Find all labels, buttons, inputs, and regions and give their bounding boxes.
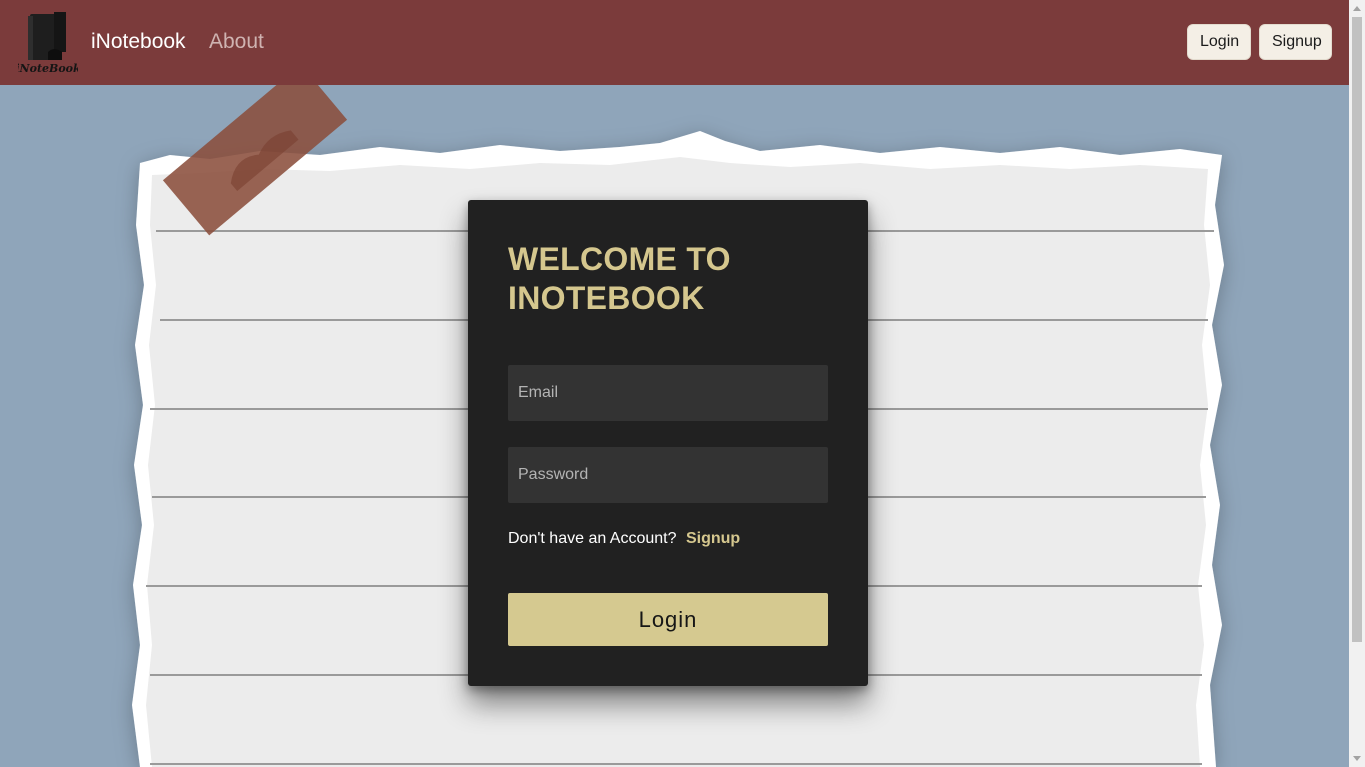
nav-login-button[interactable]: Login bbox=[1187, 24, 1251, 60]
email-field[interactable] bbox=[508, 365, 828, 421]
account-prompt-text: Don't have an Account? bbox=[508, 530, 677, 547]
login-card: WELCOME TO INOTEBOOK Don't have an Accou… bbox=[468, 200, 868, 686]
vertical-scrollbar[interactable] bbox=[1349, 0, 1365, 767]
nav-signup-button[interactable]: Signup bbox=[1259, 24, 1332, 60]
scrollbar-thumb[interactable] bbox=[1352, 17, 1362, 642]
notebook-logo-icon[interactable]: iNoteBook bbox=[18, 10, 78, 76]
brand-link[interactable]: iNotebook bbox=[91, 30, 186, 54]
welcome-heading-line2: INOTEBOOK bbox=[508, 280, 705, 316]
welcome-heading: WELCOME TO INOTEBOOK bbox=[508, 240, 838, 318]
signup-prompt: Don't have an Account? Signup bbox=[508, 530, 740, 548]
navbar: iNoteBook iNotebook About Login Signup bbox=[0, 0, 1349, 85]
svg-text:iNoteBook: iNoteBook bbox=[18, 62, 78, 75]
welcome-heading-line1: WELCOME TO bbox=[508, 241, 731, 277]
login-submit-button[interactable]: Login bbox=[508, 593, 828, 646]
password-field[interactable] bbox=[508, 447, 828, 503]
scroll-up-arrow-icon[interactable] bbox=[1353, 6, 1361, 11]
signup-link[interactable]: Signup bbox=[686, 530, 740, 547]
scroll-down-arrow-icon[interactable] bbox=[1353, 756, 1361, 761]
nav-about-link[interactable]: About bbox=[209, 30, 264, 54]
